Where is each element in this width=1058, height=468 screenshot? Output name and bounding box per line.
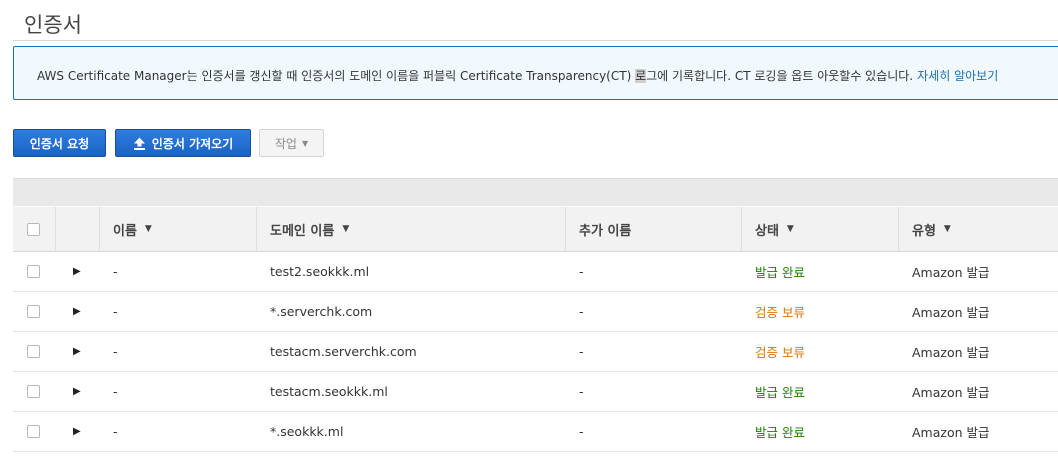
select-all-checkbox[interactable] [27, 222, 40, 236]
caret-down-icon: ▼ [786, 224, 794, 234]
caret-right-icon[interactable]: ▶ [73, 306, 81, 317]
caret-down-icon: ▼ [144, 224, 152, 234]
row-checkbox-cell [27, 372, 40, 411]
table-row[interactable]: ▶ - test2.seokkk.ml - 발급 완료 Amazon 발급 [13, 252, 1058, 292]
upload-icon [133, 137, 145, 150]
table-body: ▶ - test2.seokkk.ml - 발급 완료 Amazon 발급 ▶ - *.serv… [13, 252, 1058, 452]
cell-type: Amazon 발급 [912, 385, 990, 400]
row-checkbox-cell [27, 252, 40, 291]
cell-status: 검증 보류 [755, 345, 805, 360]
title-divider [13, 40, 1058, 41]
ct-info-text: AWS Certificate Manager는 인증서를 갱신할 때 인증서의… [37, 67, 998, 84]
cell-status: 검증 보류 [755, 305, 805, 320]
learn-more-link[interactable]: 자세히 알아보기 [917, 69, 998, 83]
caret-down-icon: ▼ [342, 224, 350, 234]
cell-name: - [113, 424, 118, 439]
header-type[interactable]: 유형 ▼ [898, 207, 1058, 251]
import-certificate-button[interactable]: 인증서 가져오기 [115, 129, 251, 157]
ct-info-banner: AWS Certificate Manager는 인증서를 갱신할 때 인증서의… [13, 46, 1058, 100]
cell-type: Amazon 발급 [912, 345, 990, 360]
header-name[interactable]: 이름 ▼ [99, 207, 256, 251]
header-domain-label: 도메인 이름 [270, 223, 335, 239]
header-name-label: 이름 [113, 223, 137, 239]
cell-domain: testacm.seokkk.ml [270, 384, 388, 399]
cell-type: Amazon 발급 [912, 305, 990, 320]
header-additional: 추가 이름 [565, 207, 741, 251]
cell-additional: - [579, 344, 584, 359]
row-checkbox[interactable] [27, 305, 40, 318]
row-expand-cell: ▶ [73, 292, 81, 331]
info-text-part: 그에 기록합니다. CT 로깅을 옵트 아웃할수 있습니다. [646, 69, 914, 83]
header-domain[interactable]: 도메인 이름 ▼ [256, 207, 565, 251]
row-checkbox[interactable] [27, 385, 40, 398]
cell-domain: *.serverchk.com [270, 304, 373, 319]
cell-name: - [113, 384, 118, 399]
cell-type: Amazon 발급 [912, 265, 990, 280]
cell-domain: testacm.serverchk.com [270, 344, 417, 359]
cell-status: 발급 완료 [755, 385, 805, 400]
cell-name: - [113, 264, 118, 279]
caret-right-icon[interactable]: ▶ [73, 266, 81, 277]
table-row[interactable]: ▶ - testacm.serverchk.com - 검증 보류 Amazon 발급 [13, 332, 1058, 372]
column-divider [55, 207, 56, 251]
cell-type: Amazon 발급 [912, 425, 990, 440]
row-expand-cell: ▶ [73, 332, 81, 371]
row-checkbox[interactable] [27, 425, 40, 438]
row-expand-cell: ▶ [73, 252, 81, 291]
row-checkbox-cell [27, 412, 40, 451]
caret-right-icon[interactable]: ▶ [73, 426, 81, 437]
header-status-label: 상태 [755, 223, 779, 239]
table-row[interactable]: ▶ - *.seokkk.ml - 발급 완료 Amazon 발급 [13, 412, 1058, 452]
page-title: 인증서 [24, 13, 82, 37]
actions-dropdown[interactable]: 작업 ▼ [259, 129, 324, 157]
table-toolbar [13, 178, 1058, 206]
cell-additional: - [579, 424, 584, 439]
info-text-part: AWS Certificate Manager는 인증서를 갱신할 때 인증서의… [37, 69, 636, 83]
request-certificate-button[interactable]: 인증서 요청 [13, 129, 106, 157]
certificates-table: 이름 ▼ 도메인 이름 ▼ 추가 이름 상태 ▼ 유형 ▼ ▶ - test2.se… [13, 178, 1058, 452]
header-additional-label: 추가 이름 [579, 223, 632, 239]
header-type-label: 유형 [912, 223, 936, 239]
header-status[interactable]: 상태 ▼ [741, 207, 898, 251]
cell-additional: - [579, 304, 584, 319]
row-checkbox-cell [27, 292, 40, 331]
cell-name: - [113, 344, 118, 359]
request-certificate-label: 인증서 요청 [29, 136, 90, 151]
actions-label: 작업 [274, 136, 297, 151]
cell-additional: - [579, 264, 584, 279]
caret-down-icon: ▼ [301, 138, 309, 148]
row-expand-cell: ▶ [73, 372, 81, 411]
cell-name: - [113, 304, 118, 319]
row-checkbox-cell [27, 332, 40, 371]
table-row[interactable]: ▶ - testacm.seokkk.ml - 발급 완료 Amazon 발급 [13, 372, 1058, 412]
row-expand-cell: ▶ [73, 412, 81, 451]
cell-status: 발급 완료 [755, 265, 805, 280]
cell-additional: - [579, 384, 584, 399]
table-header: 이름 ▼ 도메인 이름 ▼ 추가 이름 상태 ▼ 유형 ▼ [13, 206, 1058, 252]
row-checkbox[interactable] [27, 265, 40, 278]
caret-down-icon: ▼ [943, 224, 951, 234]
cell-status: 발급 완료 [755, 425, 805, 440]
caret-right-icon[interactable]: ▶ [73, 386, 81, 397]
table-row[interactable]: ▶ - *.serverchk.com - 검증 보류 Amazon 발급 [13, 292, 1058, 332]
import-certificate-label: 인증서 가져오기 [151, 136, 234, 151]
row-checkbox[interactable] [27, 345, 40, 358]
header-select-all-cell [13, 207, 55, 251]
caret-right-icon[interactable]: ▶ [73, 346, 81, 357]
cell-domain: *.seokkk.ml [270, 424, 344, 439]
info-text-highlight: 로 [635, 69, 647, 83]
cell-domain: test2.seokkk.ml [270, 264, 370, 279]
